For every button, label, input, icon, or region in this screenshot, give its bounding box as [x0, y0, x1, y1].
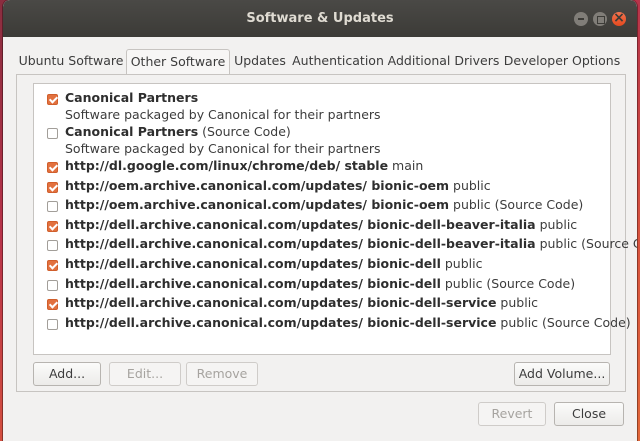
source-name: http://oem.archive.canonical.com/updates… — [65, 197, 450, 212]
revert-button[interactable]: Revert — [478, 402, 546, 426]
source-row[interactable]: http://dl.google.com/linux/chrome/deb/ s… — [34, 157, 610, 177]
source-checkbox[interactable] — [47, 221, 58, 232]
source-checkbox[interactable] — [47, 182, 58, 193]
close-button[interactable]: Close — [554, 402, 624, 426]
edit-button[interactable]: Edit... — [109, 362, 181, 386]
tab-panel-other-software: Canonical Partners Software packaged by … — [16, 74, 637, 392]
source-row[interactable]: http://dell.archive.canonical.com/update… — [34, 314, 631, 334]
tab-developer-options[interactable]: Developer Options — [501, 49, 623, 75]
source-row[interactable]: Canonical Partners Software packaged by … — [34, 89, 610, 123]
source-name: Canonical Partners — [65, 90, 199, 105]
source-name: http://dl.google.com/linux/chrome/deb/ s… — [65, 158, 389, 173]
minimize-icon[interactable] — [574, 12, 588, 26]
source-detail: main — [388, 158, 424, 173]
source-row[interactable]: http://dell.archive.canonical.com/update… — [34, 275, 610, 295]
source-detail: public (Source Code) — [449, 197, 584, 212]
source-checkbox[interactable] — [47, 280, 58, 291]
source-detail: public — [440, 256, 483, 271]
source-name: Canonical Partners — [65, 124, 199, 139]
source-detail: public — [449, 178, 491, 193]
source-description: Software packaged by Canonical for their… — [65, 141, 381, 156]
source-row[interactable]: http://oem.archive.canonical.com/updates… — [34, 196, 610, 216]
source-name: http://dell.archive.canonical.com/update… — [65, 236, 536, 251]
source-row[interactable]: http://dell.archive.canonical.com/update… — [34, 294, 610, 314]
tab-other-software[interactable]: Other Software — [126, 49, 230, 76]
source-checkbox[interactable] — [47, 299, 58, 310]
source-name: http://dell.archive.canonical.com/update… — [65, 315, 497, 330]
source-name: http://dell.archive.canonical.com/update… — [65, 295, 497, 310]
sources-list: Canonical Partners Software packaged by … — [33, 83, 637, 355]
source-row[interactable]: http://dell.archive.canonical.com/update… — [34, 235, 637, 255]
source-name: http://dell.archive.canonical.com/update… — [65, 276, 441, 291]
source-detail: public — [496, 295, 539, 310]
source-detail: public (Source Code) — [539, 236, 637, 251]
source-row[interactable]: Canonical Partners (Source Code) Softwar… — [34, 123, 610, 157]
source-checkbox[interactable] — [47, 128, 58, 139]
source-name: http://dell.archive.canonical.com/update… — [65, 256, 441, 271]
tab-authentication[interactable]: Authentication — [290, 49, 386, 75]
source-detail: public (Source Code) — [496, 315, 631, 330]
remove-button[interactable]: Remove — [186, 362, 258, 386]
source-name: http://dell.archive.canonical.com/update… — [65, 217, 536, 232]
source-detail: (Source Code) — [198, 124, 291, 139]
source-row[interactable]: http://dell.archive.canonical.com/update… — [34, 255, 610, 275]
window-title: Software & Updates — [246, 11, 394, 26]
close-window-icon[interactable] — [612, 9, 626, 27]
source-checkbox[interactable] — [47, 260, 58, 271]
source-checkbox[interactable] — [47, 319, 58, 330]
source-checkbox[interactable] — [47, 94, 58, 105]
tab-updates[interactable]: Updates — [230, 49, 290, 75]
tab-ubuntu-software[interactable]: Ubuntu Software — [16, 49, 126, 75]
add-volume-button[interactable]: Add Volume... — [514, 362, 610, 386]
source-detail: public — [535, 217, 578, 232]
title-bar[interactable]: Software & Updates — [3, 0, 637, 37]
maximize-icon[interactable] — [593, 12, 607, 26]
source-detail: public (Source Code) — [440, 276, 576, 291]
source-description: Software packaged by Canonical for their… — [65, 107, 381, 122]
source-checkbox[interactable] — [47, 162, 58, 173]
add-button[interactable]: Add... — [33, 362, 101, 386]
source-row[interactable]: http://dell.archive.canonical.com/update… — [34, 216, 610, 236]
source-checkbox[interactable] — [47, 240, 58, 251]
tab-additional-drivers[interactable]: Additional Drivers — [386, 49, 501, 75]
software-updates-window: Software & Updates Ubuntu Software Other… — [3, 0, 637, 441]
source-row[interactable]: http://oem.archive.canonical.com/updates… — [34, 177, 610, 197]
source-checkbox[interactable] — [47, 201, 58, 212]
source-name: http://oem.archive.canonical.com/updates… — [65, 178, 450, 193]
